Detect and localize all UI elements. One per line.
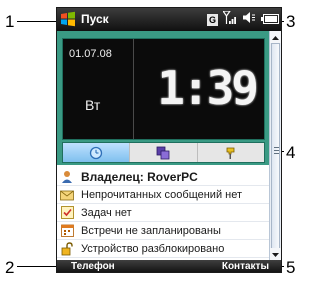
volume-icon	[242, 11, 256, 29]
callout-5: 5	[286, 258, 296, 277]
start-menu-button[interactable]	[59, 10, 77, 28]
today-list: Владелец: RoverPC Непрочитанных сообщени…	[57, 168, 270, 258]
tab-tools[interactable]	[198, 143, 264, 162]
list-item-calendar[interactable]: Встречи не запланированы	[57, 222, 270, 240]
list-item-lock[interactable]: Устройство разблокировано	[57, 240, 270, 258]
home-clock-panel: 01.07.08 Вт 1:39	[57, 31, 270, 165]
vertical-scrollbar[interactable]	[269, 31, 281, 261]
tab-windows[interactable]	[130, 143, 198, 162]
messages-label: Непрочитанных сообщений нет	[81, 188, 243, 201]
list-item-tasks[interactable]: Задач нет	[57, 204, 270, 222]
title-bar: Пуск G	[57, 8, 281, 31]
callout-3: 3	[286, 12, 296, 31]
softkey-contacts[interactable]: Контакты	[222, 261, 269, 272]
gprs-icon: G	[207, 13, 218, 26]
callout-4: 4	[286, 143, 296, 162]
clock-date: 01.07.08	[69, 48, 112, 60]
tasks-icon	[60, 206, 74, 220]
leader-line-2	[17, 266, 57, 267]
windows-icon	[157, 146, 170, 159]
scroll-up-arrow[interactable]	[270, 31, 281, 43]
windows-flag-icon	[61, 11, 75, 27]
scroll-thumb[interactable]	[271, 43, 280, 261]
callout-1: 1	[5, 12, 15, 31]
envelope-icon	[60, 188, 74, 202]
device-screen: Пуск G 01.07.08 Вт 1:39 Владелец: RoverP…	[56, 7, 282, 273]
owner-label: Владелец: RoverPC	[81, 169, 198, 184]
title-text: Пуск	[81, 12, 109, 26]
calendar-label: Встречи не запланированы	[81, 224, 221, 237]
clock-time: 1:39	[157, 61, 259, 115]
softkey-bar: Телефон Контакты	[57, 260, 281, 272]
panel-tabs	[62, 142, 265, 163]
tab-clock[interactable]	[63, 143, 131, 162]
list-item-owner[interactable]: Владелец: RoverPC	[57, 168, 270, 186]
scroll-grip-line	[274, 153, 279, 154]
leader-line-1	[17, 21, 57, 22]
signal-strength-icon	[221, 9, 237, 29]
scroll-down-arrow[interactable]	[270, 248, 281, 260]
clock-divider	[133, 39, 134, 139]
unlock-icon	[60, 241, 74, 256]
owner-icon	[60, 170, 74, 184]
clock-weekday: Вт	[85, 97, 101, 113]
scroll-grip-line	[274, 147, 279, 148]
tasks-label: Задач нет	[81, 206, 132, 219]
clock-widget[interactable]: 01.07.08 Вт 1:39	[62, 38, 265, 140]
tools-icon	[226, 147, 235, 159]
battery-icon	[261, 11, 279, 29]
scroll-grip-line	[274, 150, 279, 151]
lock-label: Устройство разблокировано	[81, 242, 225, 255]
status-icons[interactable]: G	[207, 9, 279, 29]
softkey-phone[interactable]: Телефон	[71, 261, 115, 272]
calendar-icon	[60, 224, 74, 238]
list-item-messages[interactable]: Непрочитанных сообщений нет	[57, 186, 270, 204]
callout-2: 2	[5, 258, 15, 277]
clock-icon	[90, 146, 103, 159]
